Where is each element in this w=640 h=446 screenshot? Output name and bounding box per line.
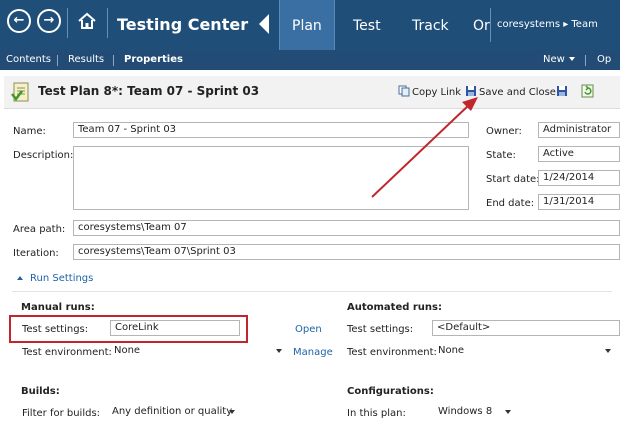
run-settings-label: Run Settings [30,273,94,284]
owner-dropdown[interactable]: Administrator [538,122,620,138]
nav-divider [490,8,491,42]
manual-test-environment-label: Test environment: [22,347,112,358]
subnav-overflow[interactable]: Op [597,54,611,65]
nav-divider [67,8,68,38]
save-close-label: Save and Close [479,87,556,98]
tab-track[interactable]: Track [412,0,449,50]
save-close-icon [466,86,476,96]
subnav-contents[interactable]: Contents [6,54,51,65]
builds-heading: Builds: [21,386,60,397]
iteration-label: Iteration: [13,248,59,259]
refresh-icon[interactable] [581,84,594,98]
build-filter-label: Filter for builds: [22,408,101,419]
sub-navigation-bar: Contents Results Properties New Op [0,50,620,70]
manual-test-environment-dropdown[interactable]: None [110,343,285,359]
subnav-properties[interactable]: Properties [124,54,183,65]
test-settings-highlight-box [9,315,248,343]
home-icon[interactable] [77,11,97,31]
testing-center-window: ← → Testing Center Plan Test Track Orga … [0,0,620,436]
iteration-field[interactable]: coresystems\Team 07\Sprint 03 [73,244,620,260]
automated-runs-heading: Automated runs: [347,302,442,313]
chevron-down-icon [276,349,282,353]
owner-label: Owner: [486,126,522,137]
configurations-heading: Configurations: [347,386,434,397]
area-path-label: Area path: [13,224,66,235]
chevron-down-icon [568,57,575,61]
open-settings-link[interactable]: Open [295,324,322,335]
tab-plan[interactable]: Plan [279,0,335,50]
start-date-field[interactable]: 1/24/2014 [538,170,620,186]
configurations-dropdown[interactable]: Windows 8 [434,404,514,420]
subnav-divider [585,55,586,66]
run-settings-toggle[interactable]: Run Settings [17,273,93,284]
section-divider [12,291,612,292]
forward-arrow-icon[interactable]: → [37,9,61,33]
new-menu-label: New [543,54,565,65]
automated-test-environment-dropdown[interactable]: None [434,343,614,359]
name-field[interactable]: Team 07 - Sprint 03 [73,122,469,138]
end-date-label: End date: [486,198,535,209]
app-title: Testing Center [117,15,249,34]
automated-test-settings-label: Test settings: [347,324,414,335]
copy-link-button[interactable]: Copy Link [398,85,461,98]
automated-test-settings-dropdown[interactable]: <Default> [432,320,620,336]
state-label: State: [486,150,516,161]
state-dropdown[interactable]: Active [538,146,620,162]
new-menu-button[interactable]: New [543,54,575,65]
build-filter-dropdown[interactable]: Any definition or quality [108,404,238,420]
manage-environment-link[interactable]: Manage [293,347,333,358]
manual-env-value: None [114,345,141,356]
end-date-field[interactable]: 1/31/2014 [538,194,620,210]
save-icon[interactable] [556,85,568,97]
configurations-label: In this plan: [347,408,406,419]
configurations-value: Windows 8 [438,406,493,417]
description-label: Description: [13,150,74,161]
automated-test-environment-label: Test environment: [347,347,437,358]
subnav-results[interactable]: Results [68,54,104,65]
collapse-caret-icon [17,276,23,280]
description-field[interactable] [73,146,469,210]
save-and-close-button[interactable]: Save and Close [465,85,556,98]
subnav-divider [113,55,114,66]
manual-runs-heading: Manual runs: [21,302,95,313]
chevron-down-icon [605,349,611,353]
build-filter-value: Any definition or quality [112,406,233,417]
back-arrow-icon[interactable]: ← [7,9,31,33]
top-navigation-bar: ← → Testing Center Plan Test Track Orga … [0,0,620,50]
subnav-divider [57,55,58,66]
copy-link-label: Copy Link [412,87,462,98]
area-path-field[interactable]: coresystems\Team 07 [73,220,620,236]
automated-env-value: None [438,345,465,356]
test-plan-icon [11,82,29,102]
copy-link-icon [398,85,410,97]
collapse-left-icon[interactable] [259,14,269,34]
start-date-label: Start date: [486,174,540,185]
chevron-down-icon [505,410,511,414]
name-label: Name: [13,126,46,137]
nav-divider [107,8,108,38]
plan-title: Test Plan 8*: Team 07 - Sprint 03 [38,84,260,98]
tab-organize[interactable]: Orga [473,0,490,50]
project-breadcrumb[interactable]: coresystems ▸ Team [497,19,598,30]
chevron-down-icon [229,410,235,414]
tab-test[interactable]: Test [353,0,381,50]
